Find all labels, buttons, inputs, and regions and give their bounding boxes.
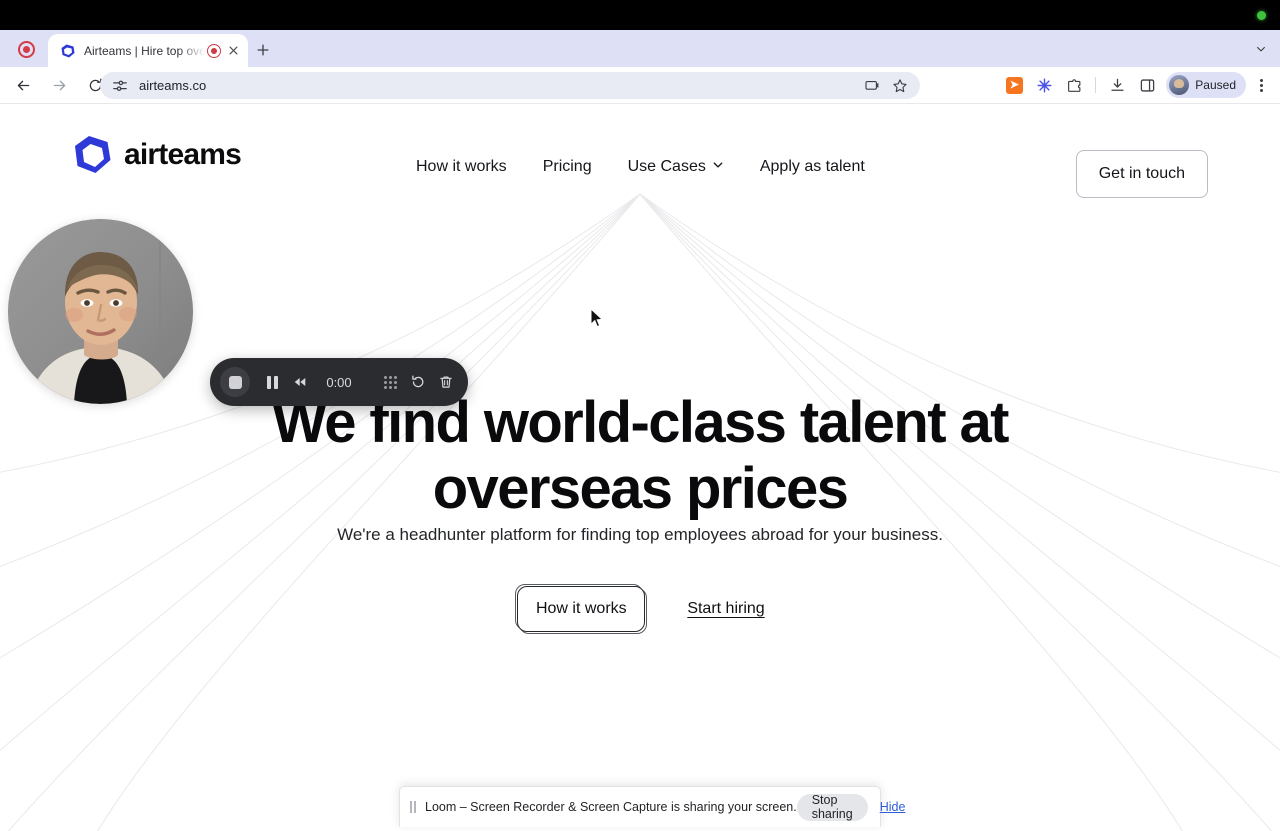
airteams-logo-icon	[72, 134, 114, 176]
site-header: airteams How it works Pricing Use Cases …	[0, 104, 1280, 204]
nav-item-how-it-works[interactable]: How it works	[416, 158, 507, 176]
nav-item-label: Pricing	[542, 158, 592, 175]
address-bar-actions	[860, 72, 912, 99]
recording-indicator-icon[interactable]	[18, 41, 35, 58]
hubspot-extension-icon[interactable]: ➤	[1000, 71, 1028, 99]
how-it-works-button[interactable]: How it works	[515, 584, 648, 634]
side-panel-icon[interactable]	[1133, 71, 1161, 99]
loom-recording-toolbar: 0:00	[210, 358, 468, 406]
drag-grip-icon[interactable]	[410, 801, 416, 813]
restart-icon[interactable]	[405, 369, 431, 395]
star-icon[interactable]	[888, 74, 912, 98]
browser-tab-strip: Airteams | Hire top overse	[0, 30, 1280, 67]
tab-recording-icon[interactable]	[207, 43, 221, 58]
nav-item-use-cases[interactable]: Use Cases	[628, 158, 724, 176]
get-in-touch-button[interactable]: Get in touch	[1075, 150, 1208, 198]
nav-item-label: Apply as talent	[759, 158, 865, 175]
how-it-works-label: How it works	[517, 586, 646, 632]
address-bar-url: airteams.co	[139, 78, 207, 93]
brand-logo-link[interactable]: airteams	[72, 134, 242, 176]
os-menu-bar	[0, 0, 1280, 30]
new-tab-button[interactable]	[252, 39, 274, 61]
drag-handle-icon[interactable]	[377, 369, 403, 395]
profile-avatar	[1169, 75, 1190, 95]
cast-icon[interactable]	[860, 74, 884, 98]
download-icon[interactable]	[1103, 71, 1131, 99]
recording-timer: 0:00	[326, 374, 352, 390]
profile-status-label: Paused	[1195, 78, 1236, 92]
chevron-down-icon[interactable]	[1252, 41, 1270, 57]
hero-subtitle: We're a headhunter platform for finding …	[337, 525, 943, 544]
browser-tab[interactable]: Airteams | Hire top overse	[48, 34, 248, 67]
back-arrow-icon[interactable]	[9, 71, 37, 99]
tune-icon[interactable]	[112, 78, 128, 94]
close-icon[interactable]	[224, 42, 242, 60]
browser-tab-title: Airteams | Hire top overse	[84, 43, 205, 58]
airteams-logo-icon	[60, 43, 76, 59]
screen-share-bar: Loom – Screen Recorder & Screen Capture …	[399, 786, 905, 827]
get-in-touch-label: Get in touch	[1098, 165, 1185, 182]
screen-recording-indicator-icon	[1257, 11, 1266, 20]
toolbar-right-actions: ➤ Paused	[1000, 71, 1274, 99]
start-hiring-link[interactable]: Start hiring	[687, 600, 764, 618]
nav-item-apply-as-talent[interactable]: Apply as talent	[760, 158, 865, 176]
stop-sharing-button[interactable]: Stop sharing	[796, 793, 868, 821]
rewind-icon[interactable]	[287, 369, 313, 395]
nav-item-label: How it works	[416, 158, 507, 175]
brand-wordmark: airteams	[124, 138, 242, 171]
site-navigation: How it works Pricing Use Cases Apply as …	[416, 158, 865, 176]
forward-arrow-icon	[45, 71, 73, 99]
toolbar-divider	[1095, 77, 1097, 93]
profile-chip[interactable]: Paused	[1166, 72, 1246, 98]
trash-icon[interactable]	[433, 369, 459, 395]
browser-toolbar: airteams.co ➤ Paused	[0, 67, 1280, 103]
address-bar[interactable]: airteams.co	[100, 72, 920, 99]
chevron-down-icon	[712, 158, 724, 176]
hero-title-line-2: overseas prices	[432, 456, 849, 521]
nav-item-label: Use Cases	[627, 158, 706, 175]
kebab-menu-icon[interactable]	[1248, 72, 1274, 98]
page-viewport: airteams How it works Pricing Use Cases …	[0, 104, 1280, 831]
loom-extension-icon[interactable]	[1030, 71, 1058, 99]
hide-sharing-bar-link[interactable]: Hide	[880, 800, 906, 814]
hero-actions: How it works Start hiring	[0, 584, 1280, 634]
pause-icon[interactable]	[259, 369, 285, 395]
mouse-cursor	[590, 307, 604, 329]
nav-item-pricing[interactable]: Pricing	[543, 158, 592, 176]
webcam-bubble[interactable]	[8, 219, 193, 404]
hero-title: We find world-class talent at overseas p…	[0, 390, 1280, 522]
stop-recording-icon[interactable]	[220, 367, 250, 397]
screen-share-message: Loom – Screen Recorder & Screen Capture …	[425, 800, 797, 814]
extensions-puzzle-icon[interactable]	[1060, 71, 1088, 99]
